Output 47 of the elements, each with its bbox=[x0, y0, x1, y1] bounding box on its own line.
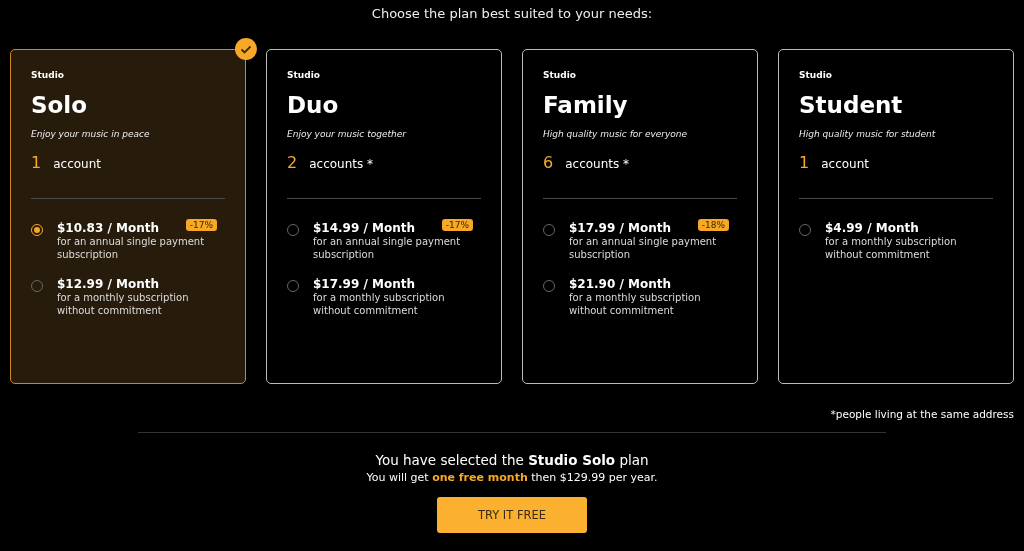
plan-brand: Studio bbox=[543, 70, 577, 80]
option-description: for an annual single payment subscription bbox=[57, 235, 206, 261]
plan-tagline: High quality music for everyone bbox=[543, 129, 689, 139]
plan-tagline: Enjoy your music together bbox=[287, 129, 408, 139]
option-price: $12.99 / Month bbox=[57, 277, 160, 291]
option-price: $4.99 / Month bbox=[825, 221, 919, 235]
discount-badge: -17% bbox=[185, 219, 217, 231]
option-description: for a monthly subscription without commitment bbox=[569, 291, 702, 317]
option-description: for an annual single payment subscription bbox=[313, 235, 462, 261]
account-count: 1 bbox=[799, 153, 810, 172]
account-count: 1 bbox=[31, 153, 42, 172]
plan-name: Duo bbox=[287, 92, 340, 118]
option-price: $10.83 / Month bbox=[57, 221, 160, 235]
plan-tagline: High quality music for student bbox=[799, 129, 937, 139]
account-label: account bbox=[53, 157, 101, 171]
account-label: accounts * bbox=[309, 157, 374, 171]
check-icon bbox=[235, 38, 257, 60]
option-price: $17.99 / Month bbox=[569, 221, 672, 235]
plan-name: Student bbox=[799, 92, 904, 118]
plan-card[interactable]: Studio Duo Enjoy your music together 2 accounts * $14.99 / Month for an annual single payment subscription -17% $17.99 / Month for a monthly subscription without commitment bbox=[266, 49, 502, 384]
account-count: 2 bbox=[287, 153, 298, 172]
selection-text: You have selected the Studio Solo plan bbox=[375, 452, 649, 468]
account-count: 6 bbox=[543, 153, 554, 172]
plan-name: Family bbox=[543, 92, 629, 118]
option-description: for a monthly subscription without commitment bbox=[313, 291, 446, 317]
page-heading: Choose the plan best suited to your needs: bbox=[371, 6, 653, 21]
option-price: $21.90 / Month bbox=[569, 277, 672, 291]
footnote: *people living at the same address bbox=[830, 408, 1014, 420]
option-description: for a monthly subscription without commitment bbox=[57, 291, 190, 317]
plan-card[interactable]: Studio Solo Enjoy your music in peace 1 account $10.83 / Month for an annual single payment subscription -17% $12.99 / Month for a monthly subscription without commitment bbox=[10, 49, 246, 384]
offer-text: You will get one free month then $129.99 per year. bbox=[366, 471, 658, 484]
account-label: account bbox=[821, 157, 869, 171]
plan-tagline: Enjoy your music in peace bbox=[31, 129, 151, 139]
try-free-button[interactable]: TRY IT FREE bbox=[437, 497, 587, 533]
option-description: for a monthly subscription without commitment bbox=[825, 235, 958, 261]
discount-badge: -18% bbox=[697, 219, 729, 231]
plan-card[interactable]: Studio Student High quality music for student 1 account $4.99 / Month for a monthly subscription without commitment bbox=[778, 49, 1014, 384]
option-price: $14.99 / Month bbox=[313, 221, 416, 235]
account-label: accounts * bbox=[565, 157, 630, 171]
plan-card[interactable]: Studio Family High quality music for everyone 6 accounts * $17.99 / Month for an annual single payment subscription -18% $21.90 / Month for a monthly subscription without commitment bbox=[522, 49, 758, 384]
discount-badge: -17% bbox=[441, 219, 473, 231]
plan-brand: Studio bbox=[31, 70, 65, 80]
option-description: for an annual single payment subscription bbox=[569, 235, 718, 261]
plan-brand: Studio bbox=[287, 70, 321, 80]
plan-brand: Studio bbox=[799, 70, 833, 80]
plan-name: Solo bbox=[31, 92, 89, 118]
option-price: $17.99 / Month bbox=[313, 277, 416, 291]
